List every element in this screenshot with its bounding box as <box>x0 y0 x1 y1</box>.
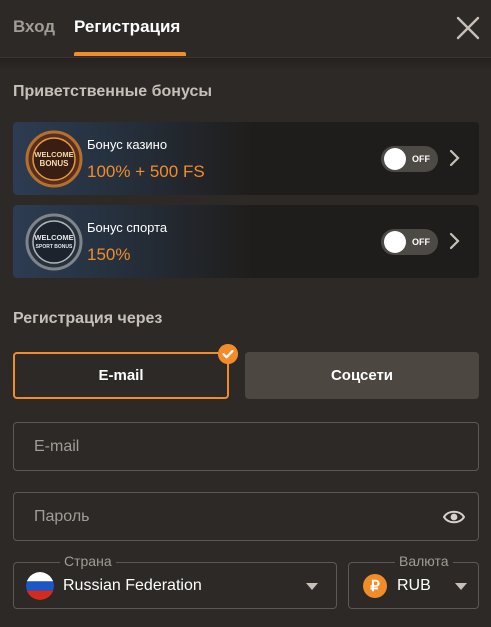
header-shadow <box>0 58 491 70</box>
toggle-state: OFF <box>412 154 430 164</box>
welcome-bonuses-title: Приветственные бонусы <box>13 83 213 100</box>
email-field-wrapper <box>13 422 479 471</box>
country-select[interactable]: Страна Russian Federation <box>13 553 337 609</box>
checkmark-icon <box>218 344 238 364</box>
password-field-wrapper <box>13 492 479 541</box>
russia-flag-icon <box>26 572 54 600</box>
badge-text-top: WELCOME <box>34 233 73 242</box>
tab-login[interactable]: Вход <box>13 17 55 37</box>
bonus-name: Бонус спорта <box>87 220 168 235</box>
currency-value: RUB <box>397 577 431 594</box>
header: Вход Регистрация <box>0 0 491 58</box>
close-icon[interactable] <box>455 15 481 41</box>
chevron-right-icon[interactable] <box>449 149 461 167</box>
country-value: Russian Federation <box>63 577 202 594</box>
casino-bonus-toggle[interactable]: OFF <box>381 146 438 172</box>
currency-select[interactable]: Валюта ₽ RUB <box>348 553 479 609</box>
toggle-state: OFF <box>412 237 430 247</box>
email-method-button[interactable]: E-mail <box>13 352 229 399</box>
ruble-icon: ₽ <box>363 574 387 598</box>
social-method-button[interactable]: Соцсети <box>245 352 479 399</box>
currency-legend: Валюта <box>395 553 453 569</box>
badge-text-bottom: SPORT BONUS <box>36 244 73 250</box>
toggle-knob <box>384 148 406 170</box>
eye-icon[interactable] <box>443 507 465 527</box>
password-field[interactable] <box>14 493 478 540</box>
sport-bonus-toggle[interactable]: OFF <box>381 229 438 255</box>
bonus-value: 100% + 500 FS <box>87 162 205 181</box>
sport-bonus-badge-icon: WELCOME SPORT BONUS <box>25 213 83 271</box>
chevron-down-icon <box>306 583 318 590</box>
bonus-name: Бонус казино <box>87 137 168 152</box>
badge-text-top: WELCOME <box>34 150 73 159</box>
email-field[interactable] <box>14 423 478 470</box>
active-tab-indicator <box>74 52 186 56</box>
badge-text-bottom: BONUS <box>40 159 70 168</box>
chevron-down-icon <box>455 583 467 590</box>
registration-method-title: Регистрация через <box>13 310 163 327</box>
bonus-value: 150% <box>87 245 131 264</box>
casino-bonus-badge-icon: WELCOME BONUS <box>25 130 83 188</box>
tab-register[interactable]: Регистрация <box>74 17 180 37</box>
country-legend: Страна <box>60 553 116 569</box>
toggle-knob <box>384 231 406 253</box>
bonus-card-casino[interactable]: WELCOME BONUS Бонус казино 100% + 500 FS… <box>13 122 479 195</box>
chevron-right-icon[interactable] <box>449 232 461 250</box>
bonus-card-sport[interactable]: WELCOME SPORT BONUS Бонус спорта 150% OF… <box>13 205 479 278</box>
